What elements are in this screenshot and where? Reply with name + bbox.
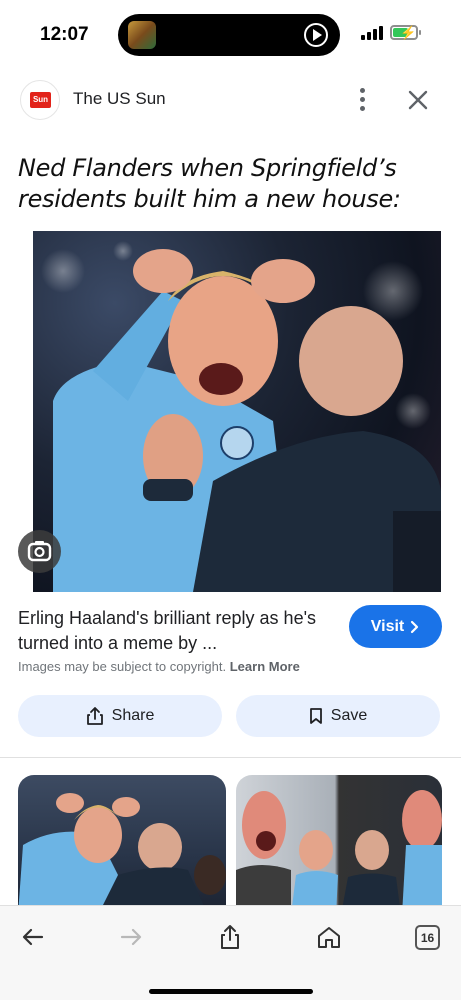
camera-lens-icon[interactable] [18,530,61,573]
share-label: Share [111,707,155,724]
share-button[interactable]: Share [18,695,222,737]
tabs-count-button[interactable]: 16 [415,925,440,950]
copyright-notice: Images may be subject to copyright. Lear… [18,659,300,674]
home-indicator [149,989,313,994]
status-bar: 12:07 ⚡ [0,0,461,70]
copyright-text: Images may be subject to copyright. [18,659,227,674]
bookmark-icon [309,708,322,724]
source-name[interactable]: The US Sun [73,89,166,109]
now-playing-artwork [128,21,156,49]
home-icon[interactable] [314,922,344,952]
learn-more-link[interactable]: Learn More [230,659,300,674]
divider [0,757,461,758]
meme-caption: Ned Flanders when Springfield’s resident… [18,154,401,213]
forward-arrow-icon[interactable] [116,922,146,952]
source-logo-mark: Sun [30,92,51,108]
result-title[interactable]: Erling Haaland's brilliant reply as he's… [18,606,333,656]
battery-icon: ⚡ [390,25,421,40]
save-button[interactable]: Save [236,695,440,737]
share-icon [86,707,103,725]
page: { "status_bar": { "time": "12:07", "batt… [0,0,461,1000]
play-icon [304,23,328,47]
source-logo[interactable]: Sun [20,80,60,120]
browser-toolbar: 16 [0,905,461,1000]
status-time: 12:07 [40,24,89,45]
dynamic-island[interactable] [118,14,340,56]
close-icon[interactable] [404,86,432,114]
charging-bolt-icon: ⚡ [400,25,417,40]
more-vert-icon[interactable] [350,86,374,114]
visit-button[interactable]: Visit [349,605,442,648]
back-arrow-icon[interactable] [18,922,48,952]
related-image-thumbnail[interactable] [236,775,442,915]
cellular-signal-icon [361,26,383,40]
main-image[interactable] [33,231,441,592]
save-label: Save [330,707,368,724]
chevron-right-icon [411,620,419,633]
share-icon[interactable] [215,922,245,952]
related-image-thumbnail[interactable] [18,775,226,915]
visit-label: Visit [370,617,405,635]
